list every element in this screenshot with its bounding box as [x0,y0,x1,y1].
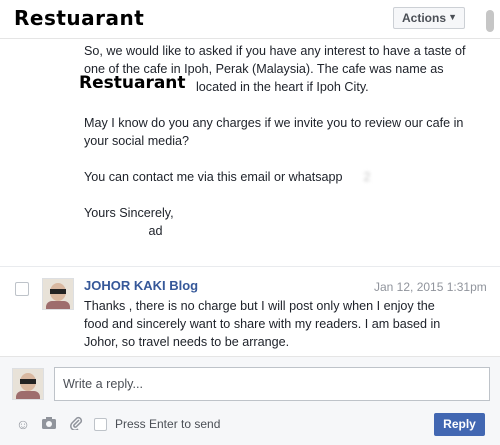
restaurant-overlay-label: Restuarant [79,73,186,93]
message-line [84,186,494,204]
caret-down-icon: ▼ [448,12,457,22]
reply-input[interactable] [54,367,490,401]
reply-line: Johor, so travel needs to be arrange. [84,335,290,349]
divider [0,266,500,267]
press-enter-label: Press Enter to send [115,417,221,431]
message-line [84,150,494,168]
message-line: So, we would like to asked if you have a… [84,44,466,58]
message-line: ad [84,222,494,240]
smiley-icon[interactable]: ☺ [15,416,31,432]
message-line [84,96,494,114]
actions-button[interactable]: Actions ▼ [393,7,465,29]
camera-icon[interactable] [41,416,57,432]
message-line: your social media? [84,134,189,148]
redacted-number: 2 [346,170,371,184]
redacted-name [138,224,149,238]
press-enter-checkbox[interactable] [94,418,107,431]
message-line: Yours Sincerely, [84,206,174,220]
select-message-checkbox[interactable] [15,282,29,296]
message-line: May I know do you any charges if we invi… [84,116,464,130]
attachment-icon[interactable] [68,416,84,432]
message-body: So, we would like to asked if you have a… [84,42,494,240]
reply-body: Thanks , there is no charge but I will p… [84,297,494,351]
conversation-title: Restuarant [14,6,145,30]
message-line: You can contact me via this email or wha… [84,168,494,186]
actions-label: Actions [402,11,447,25]
reply-timestamp: Jan 12, 2015 1:31pm [374,280,487,294]
reply-button[interactable]: Reply [434,413,485,436]
avatar[interactable] [42,278,74,310]
avatar [12,368,44,400]
reply-line: food and sincerely want to share with my… [84,317,441,331]
scrollbar-thumb[interactable] [486,10,494,32]
reply-author-link[interactable]: JOHOR KAKI Blog [84,278,198,293]
signature-fragment: ad [148,224,163,238]
message-contact-text: You can contact me via this email or wha… [84,170,343,184]
reply-line: Thanks , there is no charge but I will p… [84,299,435,313]
conversation-header: Restuarant Actions ▼ [0,0,500,39]
